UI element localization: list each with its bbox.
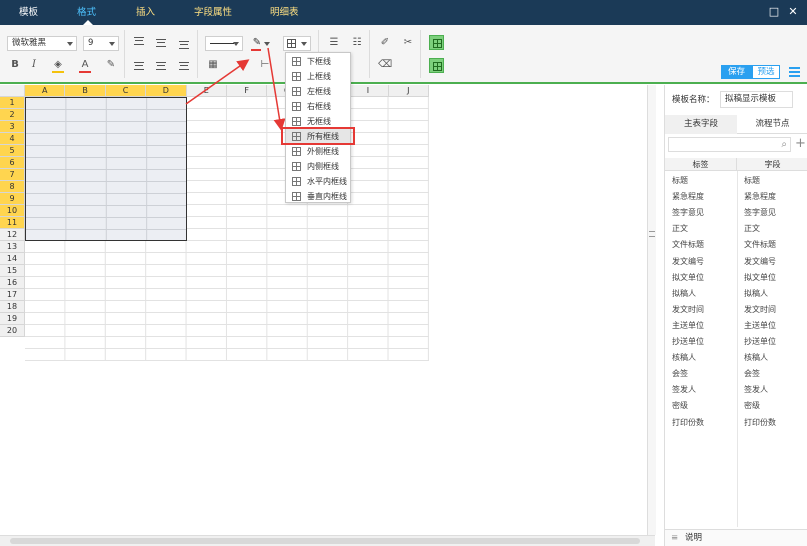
template-name-label: 模板名称：: [672, 95, 715, 105]
field-name-item[interactable]: 发文时间: [744, 302, 776, 318]
border-option-label: 无框线: [307, 117, 331, 126]
border-option-label: 水平内框线: [307, 177, 347, 186]
border-option[interactable]: 上框线: [286, 69, 350, 84]
highlight-box: [281, 127, 355, 145]
border-option[interactable]: 水平内框线: [286, 174, 350, 189]
field-label-item[interactable]: 拟文单位: [672, 270, 704, 286]
border-option[interactable]: 内侧框线: [286, 159, 350, 174]
field-name-item[interactable]: 主送单位: [744, 318, 776, 334]
border-icon: [292, 57, 301, 66]
add-field-icon[interactable]: +: [795, 136, 806, 151]
field-name-item[interactable]: 签发人: [744, 382, 768, 398]
arrow-to-all-borders: [267, 47, 286, 131]
field-label-item[interactable]: 密级: [672, 398, 688, 414]
field-name-item[interactable]: 打印份数: [744, 415, 776, 431]
field-name-item[interactable]: 标题: [744, 173, 760, 189]
field-name-item[interactable]: 密级: [744, 398, 760, 414]
notes-label: 说明: [685, 533, 703, 543]
field-label-item[interactable]: 抄送单位: [672, 334, 704, 350]
tab-main-fields[interactable]: 主表字段: [665, 115, 737, 134]
column-header-field: 字段: [737, 158, 807, 171]
notes-bar[interactable]: ≡ 说明: [665, 529, 807, 546]
field-name-item[interactable]: 拟文单位: [744, 270, 776, 286]
border-option[interactable]: 外侧框线: [286, 144, 350, 159]
border-icon: [292, 192, 301, 201]
border-option[interactable]: 垂直内框线: [286, 189, 350, 204]
field-label-item[interactable]: 会签: [672, 366, 688, 382]
border-icon: [292, 102, 301, 111]
field-label-item[interactable]: 发文编号: [672, 254, 704, 270]
tab-process-nodes[interactable]: 流程节点: [737, 115, 807, 134]
border-option-label: 右框线: [307, 102, 331, 111]
border-icon: [292, 147, 301, 156]
border-option[interactable]: 右框线: [286, 99, 350, 114]
border-option-label: 上框线: [307, 72, 331, 81]
app-window: 模板 格式 插入 字段属性 明细表 □ ✕ 微软雅黑 9 B I ◈ A ✎ ✎…: [0, 0, 807, 546]
border-icon: [292, 177, 301, 186]
field-name-item[interactable]: 拟稿人: [744, 286, 768, 302]
column-header-label: 标签: [665, 158, 737, 171]
border-option-label: 垂直内框线: [307, 192, 347, 201]
border-option-label: 外侧框线: [307, 147, 339, 156]
border-icon: [292, 87, 301, 96]
field-search-input[interactable]: ⌕: [668, 137, 791, 152]
search-icon[interactable]: ⌕: [781, 138, 787, 151]
field-name-item[interactable]: 会签: [744, 366, 760, 382]
panel-tabs: 主表字段 流程节点: [665, 115, 807, 134]
border-option-label: 内侧框线: [307, 162, 339, 171]
field-label-item[interactable]: 发文时间: [672, 302, 704, 318]
column-divider: [737, 171, 738, 527]
field-label-item[interactable]: 拟稿人: [672, 286, 696, 302]
field-label-item[interactable]: 核稿人: [672, 350, 696, 366]
field-name-item[interactable]: 紧急程度: [744, 189, 776, 205]
border-icon: [292, 162, 301, 171]
field-label-item[interactable]: 文件标题: [672, 237, 704, 253]
field-name-item[interactable]: 抄送单位: [744, 334, 776, 350]
field-label-item[interactable]: 紧急程度: [672, 189, 704, 205]
border-icon: [292, 117, 301, 126]
field-label-item[interactable]: 签字意见: [672, 205, 704, 221]
border-option[interactable]: 左框线: [286, 84, 350, 99]
field-label-item[interactable]: 打印份数: [672, 415, 704, 431]
field-label-item[interactable]: 标题: [672, 173, 688, 189]
field-name-item[interactable]: 核稿人: [744, 350, 768, 366]
field-label-item[interactable]: 主送单位: [672, 318, 704, 334]
field-name-item[interactable]: 正文: [744, 221, 760, 237]
border-icon: [292, 72, 301, 81]
border-option[interactable]: 下框线: [286, 54, 350, 69]
menu-lines-icon: ≡: [671, 533, 679, 543]
field-name-item[interactable]: 签字意见: [744, 205, 776, 221]
template-name-input[interactable]: 拟稿显示模板: [720, 91, 793, 108]
field-name-item[interactable]: 发文编号: [744, 254, 776, 270]
border-option-label: 下框线: [307, 57, 331, 66]
field-label-item[interactable]: 正文: [672, 221, 688, 237]
field-name-item[interactable]: 文件标题: [744, 237, 776, 253]
field-panel: 模板名称： 拟稿显示模板 主表字段 流程节点 ⌕ + 标签 字段 标题 标题 紧急程…: [664, 85, 807, 546]
border-option-label: 左框线: [307, 87, 331, 96]
arrow-to-border-color: [185, 59, 250, 105]
field-label-item[interactable]: 签发人: [672, 382, 696, 398]
